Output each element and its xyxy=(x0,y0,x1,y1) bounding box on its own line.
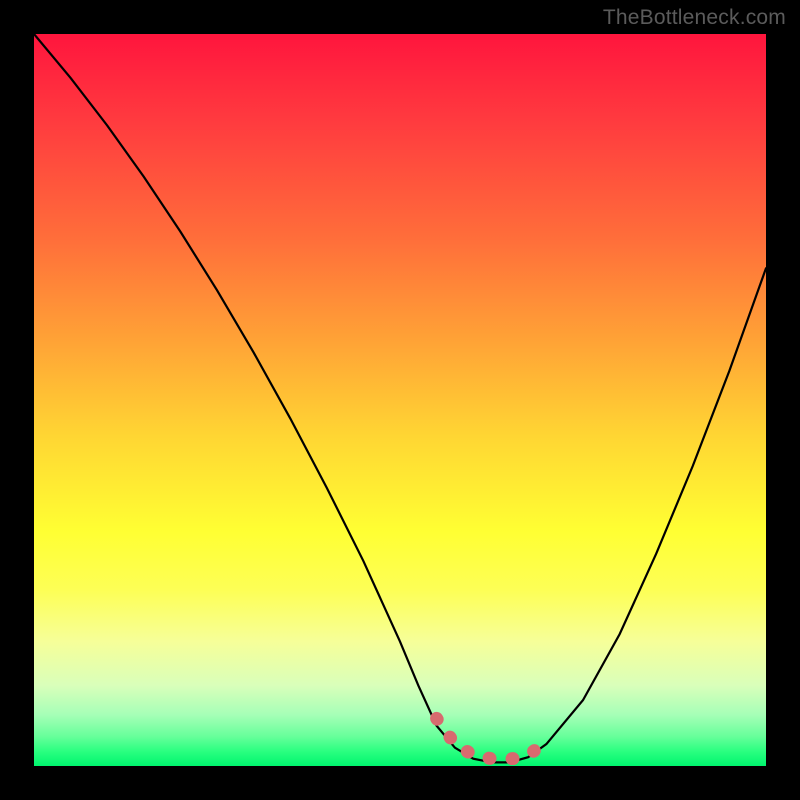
main-curve xyxy=(34,34,766,762)
highlight-curve xyxy=(437,718,547,758)
chart-container: TheBottleneck.com xyxy=(0,0,800,800)
plot-area xyxy=(34,34,766,766)
chart-svg xyxy=(34,34,766,766)
attribution-text: TheBottleneck.com xyxy=(603,6,786,30)
